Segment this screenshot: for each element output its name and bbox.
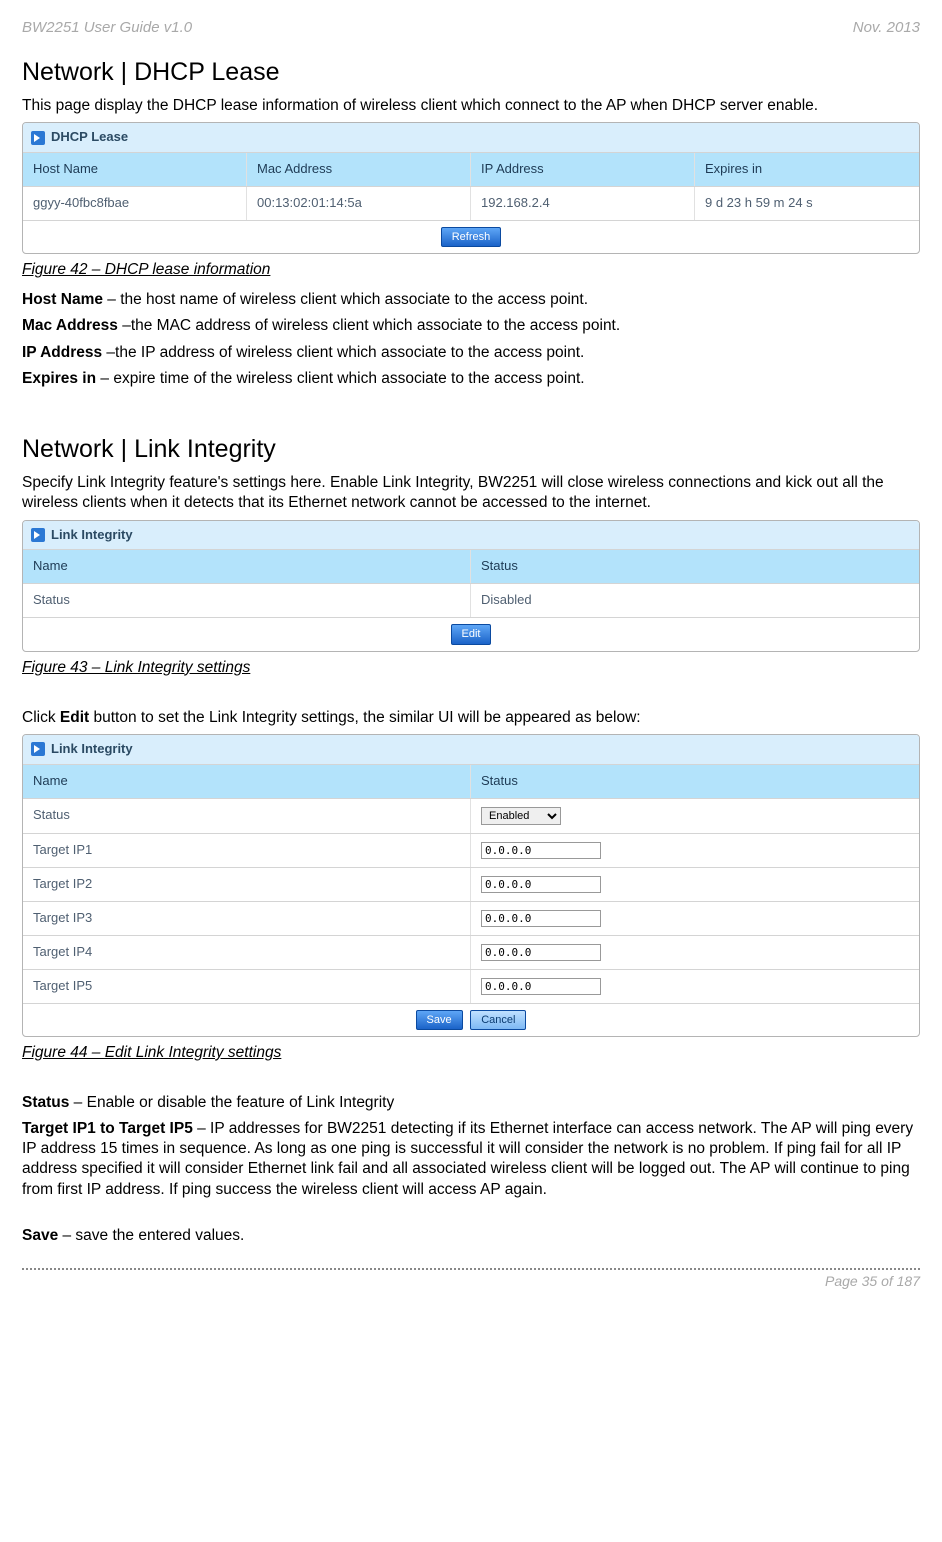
def-mac: Mac Address –the MAC address of wireless… bbox=[22, 316, 920, 336]
link-edit-status-row: Status Enabled bbox=[23, 798, 919, 833]
section-intro-dhcp: This page display the DHCP lease informa… bbox=[22, 96, 920, 116]
section-title-dhcp: Network | DHCP Lease bbox=[22, 56, 920, 89]
col-mac: Mac Address bbox=[247, 153, 471, 186]
section-intro-link: Specify Link Integrity feature's setting… bbox=[22, 473, 920, 513]
link-edit-status-label: Status bbox=[23, 799, 471, 833]
section-title-link: Network | Link Integrity bbox=[22, 433, 920, 466]
def-status: Status – Enable or disable the feature o… bbox=[22, 1093, 920, 1113]
def-ip: IP Address –the IP address of wireless c… bbox=[22, 343, 920, 363]
link-panel-header: Link Integrity bbox=[23, 521, 919, 550]
def-expires: Expires in – expire time of the wireless… bbox=[22, 369, 920, 389]
target-row-2: Target IP2 bbox=[23, 867, 919, 901]
target1-label: Target IP1 bbox=[23, 834, 471, 867]
dhcp-panel-header: DHCP Lease bbox=[23, 123, 919, 152]
link-edit-col-status: Status bbox=[471, 765, 919, 798]
col-hostname: Host Name bbox=[23, 153, 247, 186]
cancel-button[interactable]: Cancel bbox=[470, 1010, 526, 1030]
def-expires-label: Expires in bbox=[22, 370, 96, 387]
target5-input[interactable] bbox=[481, 978, 601, 995]
def-mac-text: –the MAC address of wireless client whic… bbox=[118, 317, 620, 334]
click-edit-post: button to set the Link Integrity setting… bbox=[89, 709, 640, 726]
figure44-caption: Figure 44 – Edit Link Integrity settings bbox=[22, 1043, 920, 1063]
status-select[interactable]: Enabled bbox=[481, 807, 561, 825]
val-hostname: ggyy-40fbc8fbae bbox=[23, 187, 247, 220]
target2-input[interactable] bbox=[481, 876, 601, 893]
def-hostname: Host Name – the host name of wireless cl… bbox=[22, 290, 920, 310]
col-expires: Expires in bbox=[695, 153, 919, 186]
doc-title: BW2251 User Guide v1.0 bbox=[22, 18, 192, 38]
def-save-text: – save the entered values. bbox=[58, 1227, 244, 1244]
save-button[interactable]: Save bbox=[416, 1010, 463, 1030]
target-row-4: Target IP4 bbox=[23, 935, 919, 969]
def-targets-label: Target IP1 to Target IP5 bbox=[22, 1120, 193, 1137]
target3-input[interactable] bbox=[481, 910, 601, 927]
link-header-row: Name Status bbox=[23, 549, 919, 583]
link-val-status: Disabled bbox=[471, 584, 919, 617]
link-edit-col-name: Name bbox=[23, 765, 471, 798]
val-ip: 192.168.2.4 bbox=[471, 187, 695, 220]
target-row-5: Target IP5 bbox=[23, 969, 919, 1003]
link-panel-foot: Edit bbox=[23, 617, 919, 650]
def-expires-text: – expire time of the wireless client whi… bbox=[96, 370, 585, 387]
click-edit-bold: Edit bbox=[60, 709, 89, 726]
click-edit-pre: Click bbox=[22, 709, 60, 726]
target5-label: Target IP5 bbox=[23, 970, 471, 1003]
def-save: Save – save the entered values. bbox=[22, 1226, 920, 1246]
def-ip-label: IP Address bbox=[22, 344, 102, 361]
target2-cell bbox=[471, 868, 919, 901]
link-panel: Link Integrity Name Status Status Disabl… bbox=[22, 520, 920, 652]
doc-date: Nov. 2013 bbox=[853, 18, 920, 38]
page-number: Page 35 of 187 bbox=[825, 1273, 920, 1289]
val-expires: 9 d 23 h 59 m 24 s bbox=[695, 187, 919, 220]
refresh-button[interactable]: Refresh bbox=[441, 227, 502, 247]
link-edit-header-row: Name Status bbox=[23, 764, 919, 798]
dhcp-panel-footer: Refresh bbox=[23, 220, 919, 253]
page-header: BW2251 User Guide v1.0 Nov. 2013 bbox=[22, 18, 920, 38]
link-data-row: Status Disabled bbox=[23, 583, 919, 617]
panel-arrow-icon bbox=[31, 528, 45, 542]
figure42-caption: Figure 42 – DHCP lease information bbox=[22, 260, 920, 280]
target3-cell bbox=[471, 902, 919, 935]
target4-input[interactable] bbox=[481, 944, 601, 961]
link-edit-panel-header: Link Integrity bbox=[23, 735, 919, 764]
target-row-1: Target IP1 bbox=[23, 833, 919, 867]
target4-label: Target IP4 bbox=[23, 936, 471, 969]
edit-button[interactable]: Edit bbox=[451, 624, 492, 644]
dhcp-data-row: ggyy-40fbc8fbae 00:13:02:01:14:5a 192.16… bbox=[23, 186, 919, 220]
figure43-caption: Figure 43 – Link Integrity settings bbox=[22, 658, 920, 678]
target1-cell bbox=[471, 834, 919, 867]
panel-arrow-icon bbox=[31, 131, 45, 145]
link-edit-status-value-cell: Enabled bbox=[471, 799, 919, 833]
dhcp-panel-title: DHCP Lease bbox=[51, 129, 128, 146]
target5-cell bbox=[471, 970, 919, 1003]
def-status-text: – Enable or disable the feature of Link … bbox=[69, 1094, 394, 1111]
def-save-label: Save bbox=[22, 1227, 58, 1244]
link-col-name: Name bbox=[23, 550, 471, 583]
def-hostname-text: – the host name of wireless client which… bbox=[103, 291, 588, 308]
page-footer: Page 35 of 187 bbox=[22, 1268, 920, 1290]
col-ip: IP Address bbox=[471, 153, 695, 186]
link-edit-panel-title: Link Integrity bbox=[51, 741, 133, 758]
def-targets: Target IP1 to Target IP5 – IP addresses … bbox=[22, 1119, 920, 1200]
target2-label: Target IP2 bbox=[23, 868, 471, 901]
link-panel-title: Link Integrity bbox=[51, 527, 133, 544]
target-row-3: Target IP3 bbox=[23, 901, 919, 935]
def-hostname-label: Host Name bbox=[22, 291, 103, 308]
dhcp-panel: DHCP Lease Host Name Mac Address IP Addr… bbox=[22, 122, 920, 254]
link-col-status: Status bbox=[471, 550, 919, 583]
target1-input[interactable] bbox=[481, 842, 601, 859]
click-edit-text: Click Edit button to set the Link Integr… bbox=[22, 708, 920, 728]
dhcp-header-row: Host Name Mac Address IP Address Expires… bbox=[23, 152, 919, 186]
def-mac-label: Mac Address bbox=[22, 317, 118, 334]
target4-cell bbox=[471, 936, 919, 969]
def-ip-text: –the IP address of wireless client which… bbox=[102, 344, 584, 361]
target3-label: Target IP3 bbox=[23, 902, 471, 935]
link-edit-panel: Link Integrity Name Status Status Enable… bbox=[22, 734, 920, 1037]
panel-arrow-icon bbox=[31, 742, 45, 756]
link-edit-panel-foot: Save Cancel bbox=[23, 1003, 919, 1036]
link-val-name: Status bbox=[23, 584, 471, 617]
val-mac: 00:13:02:01:14:5a bbox=[247, 187, 471, 220]
def-status-label: Status bbox=[22, 1094, 69, 1111]
